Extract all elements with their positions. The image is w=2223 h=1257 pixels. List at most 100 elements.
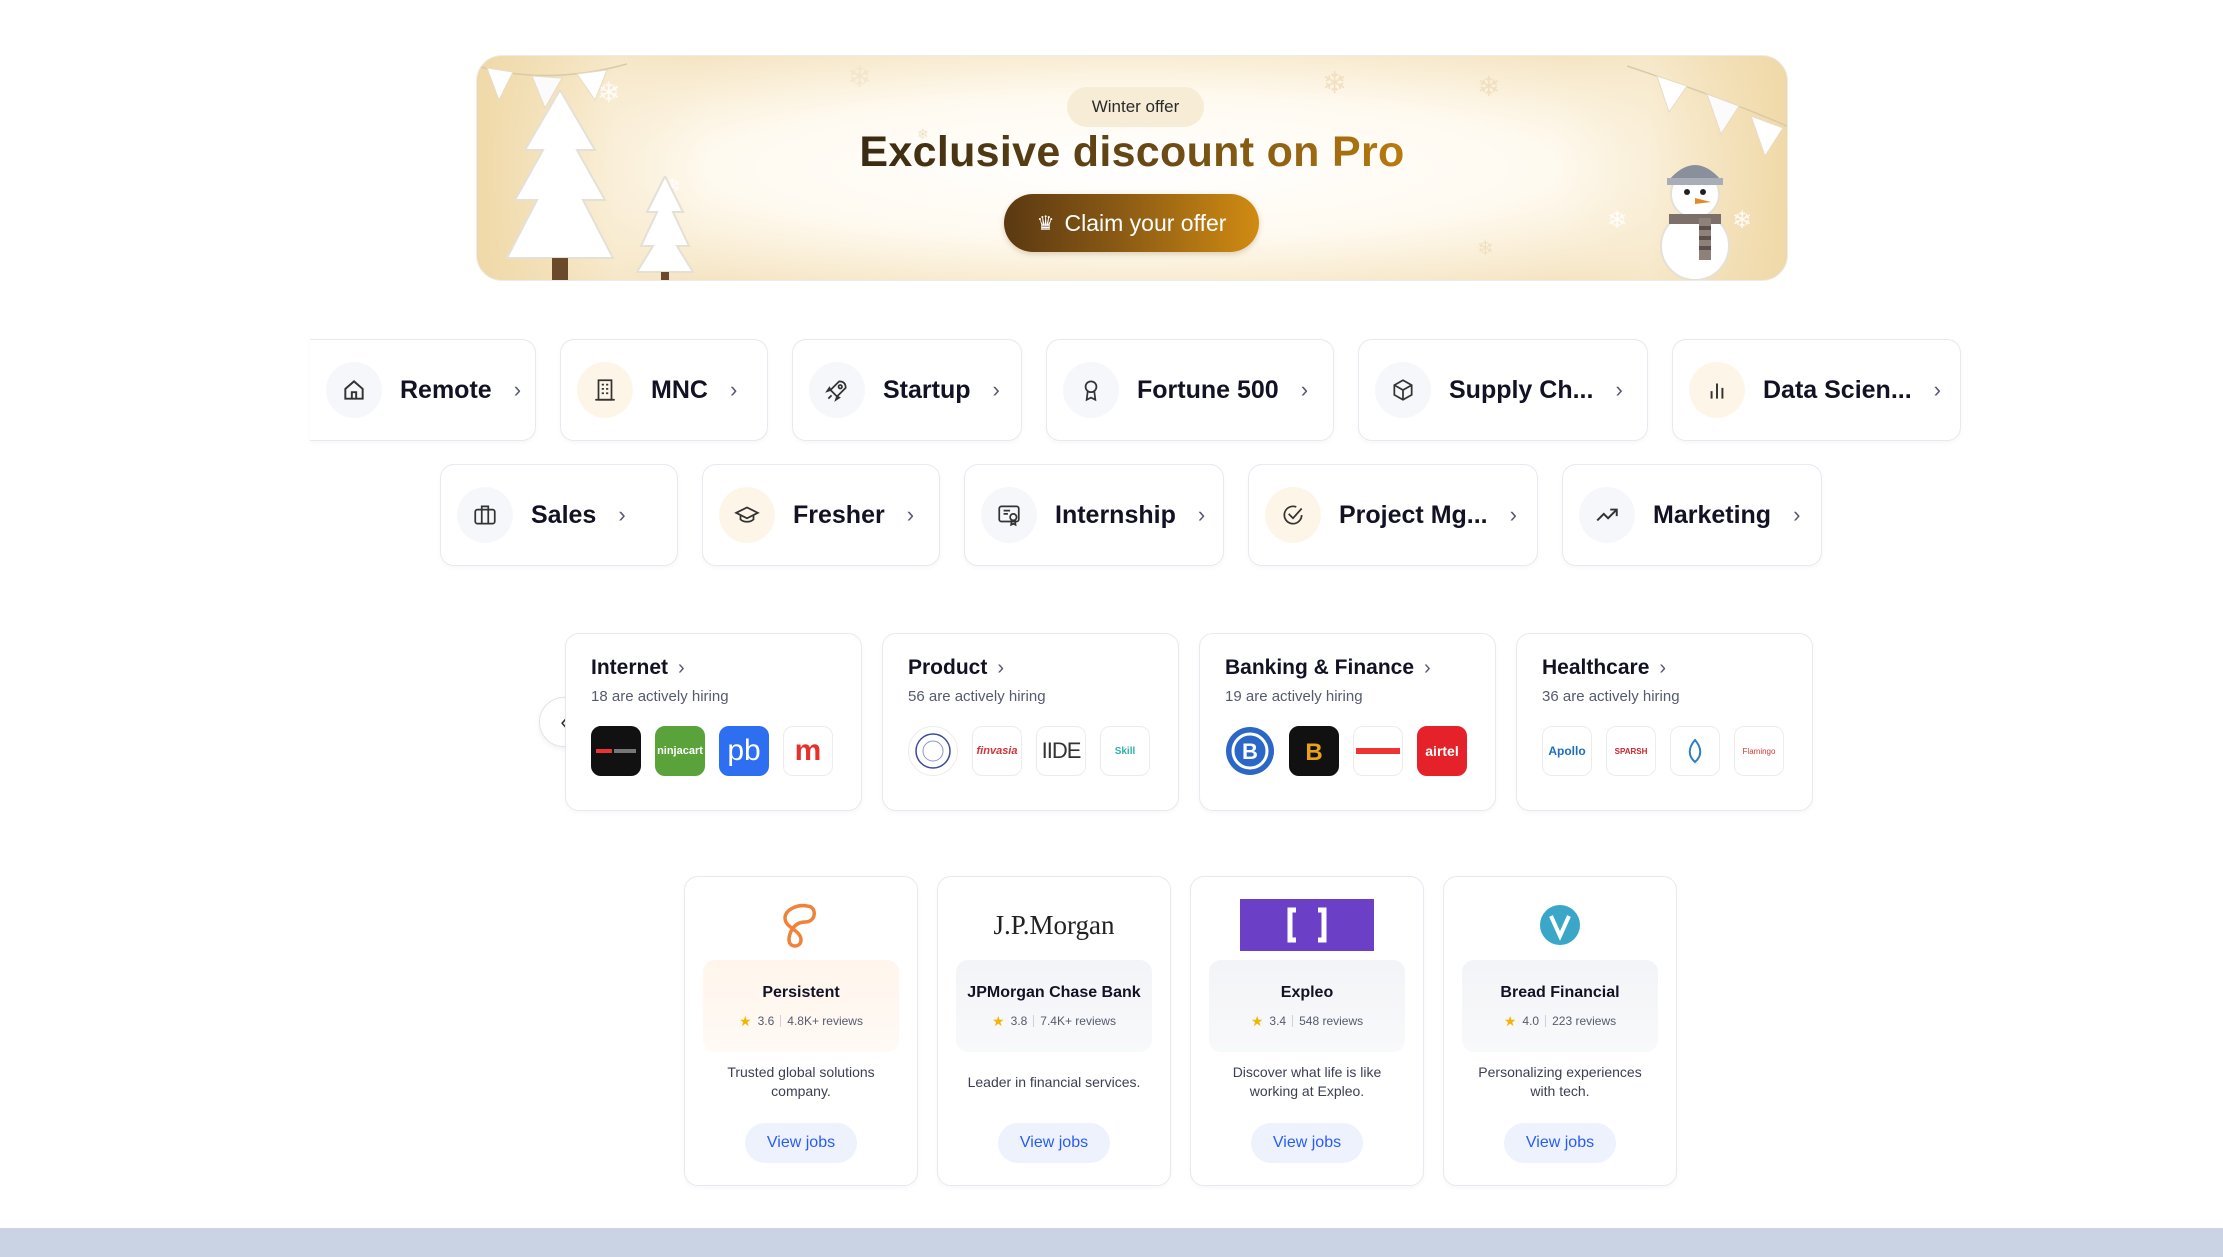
building-icon — [577, 362, 633, 418]
certificate-icon — [981, 487, 1037, 543]
company-description: Leader in financial services. — [967, 1074, 1141, 1090]
company-card-bread-financial[interactable]: Bread Financial ★ 4.0 223 reviews Person… — [1443, 876, 1677, 1186]
jpmorgan-logo-text: J.P.Morgan — [993, 909, 1115, 940]
company-rating: ★ 3.6 4.8K+ reviews — [739, 1013, 863, 1030]
category-chip-remote[interactable]: Remote › — [310, 339, 536, 441]
bread-financial-logo-icon — [1540, 905, 1580, 945]
chevron-right-icon: › — [513, 377, 522, 402]
chevron-right-icon: › — [997, 656, 1005, 679]
persistent-logo — [685, 897, 917, 953]
chip-label: Fortune 500 — [1137, 375, 1279, 404]
persistent-logo-icon — [783, 903, 816, 948]
snowflake-icon: ❄ — [1607, 207, 1628, 234]
chip-label: Data Scien... — [1763, 375, 1912, 404]
company-rating: ★ 3.4 548 reviews — [1251, 1013, 1363, 1030]
chevron-right-icon: › — [1659, 656, 1667, 679]
claim-offer-button[interactable]: ♛ Claim your offer — [1004, 194, 1259, 252]
chevron-right-icon: › — [1615, 377, 1623, 402]
view-jobs-button[interactable]: View jobs — [998, 1123, 1110, 1163]
chevron-right-icon: › — [1793, 502, 1801, 527]
chip-label: Project Mg... — [1339, 500, 1488, 529]
company-info: JPMorgan Chase Bank ★ 3.8 7.4K+ reviews — [956, 960, 1152, 1052]
crown-icon: ♛ — [1036, 212, 1055, 235]
chip-label: Fresher — [793, 500, 885, 529]
company-info: Persistent ★ 3.6 4.8K+ reviews — [703, 960, 899, 1052]
company-rating: ★ 4.0 223 reviews — [1504, 1013, 1616, 1030]
industry-card-banking-finance[interactable]: Banking & Finance › 19 are actively hirin… — [1199, 633, 1496, 811]
category-chip-internship[interactable]: Internship › — [964, 464, 1224, 566]
snowflake-icon: ❄ — [1477, 238, 1494, 260]
chip-label: Remote — [400, 375, 492, 404]
footer-band — [0, 1228, 2223, 1257]
category-chip-supply-chain[interactable]: Supply Ch... › — [1358, 339, 1648, 441]
industry-card-product[interactable]: Product › 56 are actively hiring finvasia… — [882, 633, 1179, 811]
company-description: Discover what life is like working at Ex… — [1232, 1064, 1382, 1099]
rating-value: 3.8 — [1010, 1014, 1028, 1028]
category-chip-fortune-500[interactable]: Fortune 500 › — [1046, 339, 1334, 441]
industry-card-internet[interactable]: Internet › 18 are actively hiring ninjaca… — [565, 633, 862, 811]
rocket-icon — [809, 362, 865, 418]
chip-label: Internship — [1055, 500, 1176, 529]
industry-subtitle: 18 are actively hiring — [591, 688, 729, 705]
company-logo — [1353, 726, 1403, 776]
box-icon — [1375, 362, 1431, 418]
company-logo: IIDE — [1036, 726, 1086, 776]
company-logo: m — [783, 726, 833, 776]
category-chip-marketing[interactable]: Marketing › — [1562, 464, 1822, 566]
award-icon — [1063, 362, 1119, 418]
category-chip-mnc[interactable]: MNC › — [560, 339, 768, 441]
reviews-count: 223 reviews — [1552, 1014, 1617, 1028]
company-card-expleo[interactable]: Expleo ★ 3.4 548 reviews Discover what l… — [1190, 876, 1424, 1186]
chip-label: Marketing — [1653, 500, 1772, 529]
industry-title: Product — [908, 656, 988, 679]
category-chip-sales[interactable]: Sales › — [440, 464, 678, 566]
industry-subtitle: 36 are actively hiring — [1542, 688, 1680, 705]
winter-offer-banner[interactable]: ❄ ❄ ❄ ❄ ❄ ❄ ❄ ❄ ❄ W — [476, 55, 1788, 281]
claim-offer-label: Claim your offer — [1064, 209, 1227, 236]
graduation-cap-icon — [719, 487, 775, 543]
company-name: Bread Financial — [1500, 983, 1620, 1001]
company-rating: ★ 3.8 7.4K+ reviews — [992, 1013, 1116, 1030]
company-info: Bread Financial ★ 4.0 223 reviews — [1462, 960, 1658, 1052]
chip-label: Sales — [531, 500, 597, 529]
star-icon: ★ — [739, 1012, 752, 1029]
check-circle-icon — [1265, 487, 1321, 543]
industry-card-healthcare[interactable]: Healthcare › 36 are actively hiring Apoll… — [1516, 633, 1813, 811]
company-name: Expleo — [1280, 983, 1334, 1001]
company-card-jpmorgan[interactable]: J.P.Morgan JPMorgan Chase Bank ★ 3.8 7.4… — [937, 876, 1171, 1186]
home-icon — [326, 362, 382, 418]
star-icon: ★ — [992, 1012, 1005, 1029]
company-logo: pb — [719, 726, 769, 776]
offer-badge: Winter offer — [1067, 87, 1204, 127]
company-logo: Apollo — [1542, 726, 1592, 776]
company-logo: airtel — [1417, 726, 1467, 776]
industry-subtitle: 56 are actively hiring — [908, 688, 1046, 705]
industry-title: Healthcare — [1542, 656, 1650, 679]
rating-value: 3.6 — [757, 1014, 775, 1028]
chevron-right-icon: › — [729, 377, 738, 402]
category-chip-project-mgmt[interactable]: Project Mg... › — [1248, 464, 1538, 566]
snowflake-icon: ❄ — [1322, 67, 1348, 100]
star-icon: ★ — [1250, 1012, 1264, 1029]
category-chip-startup[interactable]: Startup › — [792, 339, 1022, 441]
reviews-count: 548 reviews — [1299, 1014, 1364, 1028]
company-logo — [1670, 726, 1720, 776]
view-jobs-button[interactable]: View jobs — [1504, 1123, 1616, 1163]
bar-chart-icon — [1689, 362, 1745, 418]
company-logo — [908, 726, 958, 776]
view-jobs-button[interactable]: View jobs — [745, 1123, 857, 1163]
banner-title: Exclusive discount on Pro — [859, 128, 1405, 176]
category-chip-fresher[interactable]: Fresher › — [702, 464, 940, 566]
company-card-persistent[interactable]: Persistent ★ 3.6 4.8K+ reviews Trusted g… — [684, 876, 918, 1186]
chevron-right-icon: › — [906, 502, 915, 527]
divider — [1292, 1015, 1294, 1027]
company-description: Trusted global solutions company. — [727, 1064, 875, 1099]
chevron-right-icon: › — [1509, 502, 1517, 527]
view-jobs-button[interactable]: View jobs — [1251, 1123, 1363, 1163]
company-info: Expleo ★ 3.4 548 reviews — [1209, 960, 1405, 1052]
category-chip-data-science[interactable]: Data Scien... › — [1672, 339, 1961, 441]
company-logo: Flamingo — [1734, 726, 1784, 776]
briefcase-icon — [457, 487, 513, 543]
rating-value: 4.0 — [1522, 1014, 1540, 1028]
star-icon: ★ — [1503, 1012, 1517, 1029]
